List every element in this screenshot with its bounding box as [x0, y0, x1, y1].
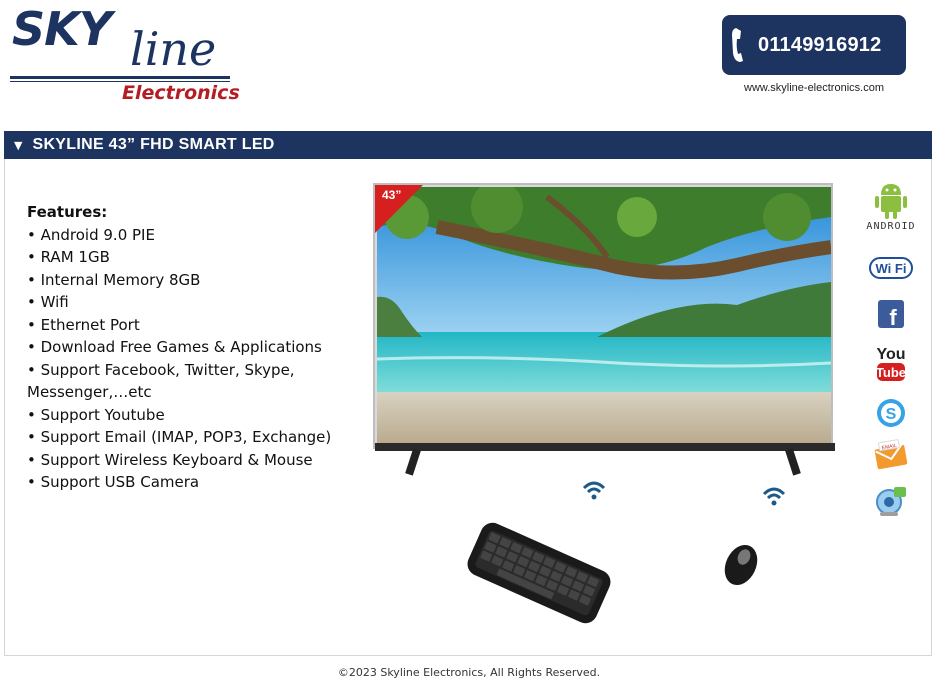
logo-underline	[10, 76, 230, 79]
feature-item: • Internal Memory 8GB	[27, 270, 201, 289]
logo-word-sky: SKY	[12, 2, 112, 56]
wifi-icon-label: Wi Fi	[876, 261, 907, 276]
feature-item: • Android 9.0 PIE	[27, 225, 155, 244]
product-title: SKYLINE 43” FHD SMART LED	[32, 136, 275, 153]
youtube-icon-bottom: Tube	[876, 365, 906, 380]
phone-icon	[730, 25, 754, 65]
wireless-signal-icon	[761, 483, 787, 509]
product-panel: Features: • Android 9.0 PIE • RAM 1GB • …	[4, 159, 932, 656]
email-icon: EMAIL	[863, 439, 919, 471]
features-heading: Features:	[27, 203, 108, 221]
features-list: Features: • Android 9.0 PIE • RAM 1GB • …	[27, 201, 357, 494]
website-link[interactable]: www.skyline-electronics.com	[744, 82, 884, 94]
wifi-icon: Wi Fi	[863, 257, 919, 279]
feature-item: • Download Free Games & Applications	[27, 338, 322, 356]
skype-icon-label: S	[886, 406, 897, 423]
feature-item: • Wifi	[27, 293, 69, 311]
tv-bezel	[375, 443, 835, 451]
android-icon: ANDROID	[863, 181, 919, 232]
facebook-icon: f	[863, 299, 919, 329]
size-badge-label: 43”	[382, 188, 402, 202]
feature-item: • Support Facebook, Twitter, Skype, Mess…	[27, 360, 295, 402]
logo-tagline: Electronics	[122, 82, 240, 104]
youtube-icon-top: You	[876, 346, 905, 363]
facebook-icon-label: f	[889, 305, 897, 329]
feature-item: • Support USB Camera	[27, 473, 200, 491]
tv-leg-left	[405, 448, 421, 476]
mouse-image	[721, 541, 761, 589]
collapse-arrow-icon[interactable]: ▼	[14, 139, 22, 152]
wireless-signal-icon	[581, 477, 607, 503]
skype-icon: S	[863, 397, 919, 429]
product-title-bar: ▼ SKYLINE 43” FHD SMART LED	[4, 131, 932, 159]
usb-camera-icon	[863, 485, 919, 517]
youtube-icon: You Tube	[863, 343, 919, 383]
tv-frame: 43”	[373, 183, 835, 451]
brand-logo: SKY line Electronics	[8, 2, 240, 110]
keyboard-image	[461, 509, 617, 637]
feature-item: • Support Youtube	[27, 405, 165, 424]
logo-word-line: line	[130, 22, 217, 76]
phone-contact-box[interactable]: 01149916912	[722, 15, 906, 75]
tv-leg-right	[785, 448, 801, 476]
phone-number[interactable]: 01149916912	[758, 34, 881, 57]
tv-screen	[377, 187, 831, 445]
copyright-footer: ©2023 Skyline Electronics, All Rights Re…	[337, 666, 601, 679]
feature-item: • RAM 1GB	[27, 248, 110, 266]
feature-item: • Support Email (IMAP, POP3, Exchange)	[27, 428, 332, 446]
feature-item: • Ethernet Port	[27, 315, 140, 334]
tv-image: 43”	[373, 183, 835, 476]
android-label: ANDROID	[866, 221, 916, 232]
feature-item: • Support Wireless Keyboard & Mouse	[27, 450, 313, 469]
